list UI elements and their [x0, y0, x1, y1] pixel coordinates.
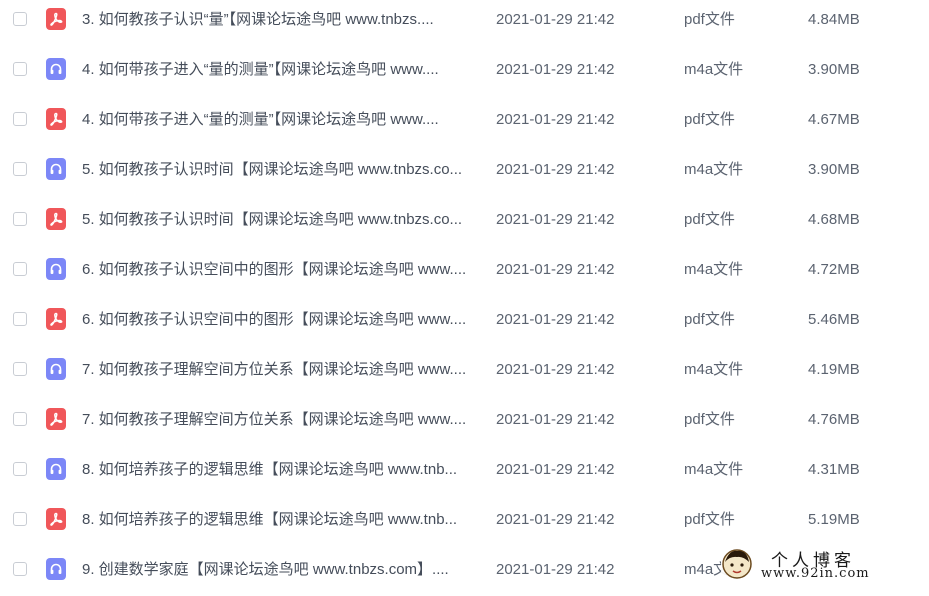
file-name[interactable]: 8. 如何培养孩子的逻辑思维【网课论坛途鸟吧 www.tnb...: [82, 461, 474, 479]
file-row[interactable]: 8. 如何培养孩子的逻辑思维【网课论坛途鸟吧 www.tnb... 2021-01…: [0, 496, 929, 546]
file-row[interactable]: 5. 如何教孩子认识时间【网课论坛途鸟吧 www.tnbzs.co... 2021…: [0, 196, 929, 246]
file-name[interactable]: 3. 如何教孩子认识“量”【网课论坛途鸟吧 www.tnbzs....: [82, 11, 474, 29]
file-name[interactable]: 5. 如何教孩子认识时间【网课论坛途鸟吧 www.tnbzs.co...: [82, 211, 474, 229]
watermark-url: www.92in.com: [761, 566, 870, 581]
file-name[interactable]: 7. 如何教孩子理解空间方位关系【网课论坛途鸟吧 www....: [82, 411, 474, 429]
pdf-icon: [46, 308, 66, 330]
file-row[interactable]: 6. 如何教孩子认识空间中的图形【网课论坛途鸟吧 www.... 2021-01-…: [0, 246, 929, 296]
file-date: 2021-01-29 21:42: [496, 261, 615, 278]
file-date: 2021-01-29 21:42: [496, 61, 615, 78]
file-size: 4.19MB: [808, 361, 860, 378]
file-type: pdf文件: [684, 411, 735, 428]
file-name[interactable]: 4. 如何带孩子进入“量的测量”【网课论坛途鸟吧 www....: [82, 111, 474, 129]
file-size: 4.31MB: [808, 461, 860, 478]
pdf-icon: [46, 108, 66, 130]
row-checkbox[interactable]: [13, 162, 27, 176]
file-size: 3.90MB: [808, 61, 860, 78]
file-name[interactable]: 7. 如何教孩子理解空间方位关系【网课论坛途鸟吧 www....: [82, 361, 474, 379]
file-date: 2021-01-29 21:42: [496, 361, 615, 378]
avatar-icon: [722, 549, 752, 579]
file-size: 4.76MB: [808, 411, 860, 428]
row-checkbox[interactable]: [13, 362, 27, 376]
row-checkbox[interactable]: [13, 512, 27, 526]
file-row[interactable]: 7. 如何教孩子理解空间方位关系【网课论坛途鸟吧 www.... 2021-01-…: [0, 396, 929, 446]
row-checkbox[interactable]: [13, 62, 27, 76]
file-type: pdf文件: [684, 211, 735, 228]
file-date: 2021-01-29 21:42: [496, 461, 615, 478]
file-date: 2021-01-29 21:42: [496, 11, 615, 28]
file-type: pdf文件: [684, 511, 735, 528]
file-size: 4.67MB: [808, 111, 860, 128]
file-size: 4.72MB: [808, 261, 860, 278]
row-checkbox[interactable]: [13, 112, 27, 126]
pdf-icon: [46, 508, 66, 530]
file-size: 3.90MB: [808, 161, 860, 178]
file-row[interactable]: 3. 如何教孩子认识“量”【网课论坛途鸟吧 www.tnbzs.... 2021-…: [0, 0, 929, 46]
file-date: 2021-01-29 21:42: [496, 111, 615, 128]
file-type: m4a文件: [684, 61, 744, 78]
file-type: m4a文件: [684, 161, 744, 178]
file-date: 2021-01-29 21:42: [496, 561, 615, 578]
file-list: 3. 如何教孩子认识“量”【网课论坛途鸟吧 www.tnbzs.... 2021-…: [0, 0, 929, 596]
file-date: 2021-01-29 21:42: [496, 311, 615, 328]
audio-icon: [46, 458, 66, 480]
file-name[interactable]: 9. 创建数学家庭【网课论坛途鸟吧 www.tnbzs.com】....: [82, 561, 474, 579]
file-name[interactable]: 6. 如何教孩子认识空间中的图形【网课论坛途鸟吧 www....: [82, 311, 474, 329]
file-name[interactable]: 5. 如何教孩子认识时间【网课论坛途鸟吧 www.tnbzs.co...: [82, 161, 474, 179]
file-size: 4.68MB: [808, 211, 860, 228]
file-name[interactable]: 8. 如何培养孩子的逻辑思维【网课论坛途鸟吧 www.tnb...: [82, 511, 474, 529]
file-size: 5.19MB: [808, 511, 860, 528]
file-row[interactable]: 5. 如何教孩子认识时间【网课论坛途鸟吧 www.tnbzs.co... 2021…: [0, 146, 929, 196]
file-type: m4a文件: [684, 461, 744, 478]
row-checkbox[interactable]: [13, 12, 27, 26]
pdf-icon: [46, 408, 66, 430]
pdf-icon: [46, 8, 66, 30]
row-checkbox[interactable]: [13, 262, 27, 276]
file-row[interactable]: 7. 如何教孩子理解空间方位关系【网课论坛途鸟吧 www.... 2021-01-…: [0, 346, 929, 396]
row-checkbox[interactable]: [13, 462, 27, 476]
audio-icon: [46, 358, 66, 380]
file-name[interactable]: 4. 如何带孩子进入“量的测量”【网课论坛途鸟吧 www....: [82, 61, 474, 79]
file-row[interactable]: 4. 如何带孩子进入“量的测量”【网课论坛途鸟吧 www.... 2021-01-…: [0, 96, 929, 146]
file-type: pdf文件: [684, 111, 735, 128]
audio-icon: [46, 258, 66, 280]
file-type: pdf文件: [684, 11, 735, 28]
row-checkbox[interactable]: [13, 412, 27, 426]
audio-icon: [46, 58, 66, 80]
row-checkbox[interactable]: [13, 312, 27, 326]
file-size: 5.46MB: [808, 311, 860, 328]
file-name[interactable]: 6. 如何教孩子认识空间中的图形【网课论坛途鸟吧 www....: [82, 261, 474, 279]
file-type: m4a文件: [684, 261, 744, 278]
file-date: 2021-01-29 21:42: [496, 411, 615, 428]
file-row[interactable]: 6. 如何教孩子认识空间中的图形【网课论坛途鸟吧 www.... 2021-01-…: [0, 296, 929, 346]
file-date: 2021-01-29 21:42: [496, 211, 615, 228]
audio-icon: [46, 158, 66, 180]
file-type: pdf文件: [684, 311, 735, 328]
file-type: m4a文件: [684, 361, 744, 378]
file-row[interactable]: 4. 如何带孩子进入“量的测量”【网课论坛途鸟吧 www.... 2021-01-…: [0, 46, 929, 96]
row-checkbox[interactable]: [13, 562, 27, 576]
file-date: 2021-01-29 21:42: [496, 161, 615, 178]
row-checkbox[interactable]: [13, 212, 27, 226]
file-date: 2021-01-29 21:42: [496, 511, 615, 528]
pdf-icon: [46, 208, 66, 230]
watermark: 个人博客 www.92in.com: [721, 546, 917, 582]
file-row[interactable]: 8. 如何培养孩子的逻辑思维【网课论坛途鸟吧 www.tnb... 2021-01…: [0, 446, 929, 496]
file-size: 4.84MB: [808, 11, 860, 28]
audio-icon: [46, 558, 66, 580]
